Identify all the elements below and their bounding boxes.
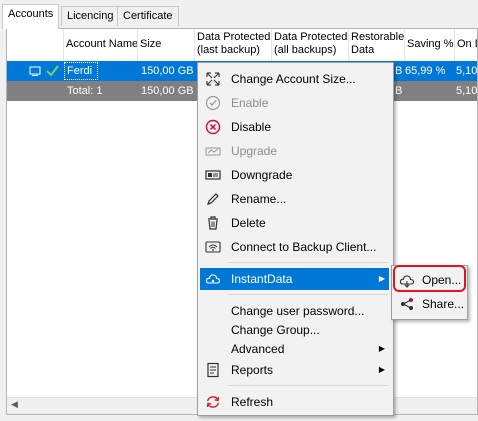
menu-label: Downgrade xyxy=(231,168,293,182)
restorable-cell: B xyxy=(395,65,403,77)
pencil-icon xyxy=(205,191,221,207)
cloud-open-icon xyxy=(399,272,415,288)
resize-arrows-icon xyxy=(205,71,221,87)
menu-label: Enable xyxy=(231,96,269,110)
menu-label: Disable xyxy=(231,120,272,134)
tab-accounts[interactable]: Accounts xyxy=(2,4,60,29)
submenu-label: Open... xyxy=(422,273,462,287)
refresh-icon xyxy=(205,394,221,410)
menu-label: Change Account Size... xyxy=(231,72,356,86)
total-label: Total: 1 xyxy=(67,85,103,97)
submenu-item-share[interactable]: Share... xyxy=(394,293,465,315)
x-circle-icon xyxy=(205,119,221,135)
tab-bar: Accounts Licencing Certificate xyxy=(0,0,478,29)
menu-item-rename[interactable]: Rename... xyxy=(200,188,389,210)
cloud-icon xyxy=(205,271,221,287)
on-d-cell: 5,10 xyxy=(456,65,478,77)
header-spacer xyxy=(7,29,64,61)
menu-item-upgrade[interactable]: Upgrade xyxy=(200,140,389,162)
menu-label: Refresh xyxy=(231,395,274,409)
table-header: Account Name Size Data Protected (last b… xyxy=(7,29,477,62)
menu-label: Advanced xyxy=(231,342,285,356)
scroll-left-icon[interactable]: ◀ xyxy=(11,399,18,410)
checkmark-icon xyxy=(46,64,59,77)
account-name-cell[interactable]: Ferdi xyxy=(64,62,98,80)
header-size[interactable]: Size xyxy=(138,29,195,61)
header-data-protected-last[interactable]: Data Protected (last backup) xyxy=(195,29,272,61)
menu-label: Reports xyxy=(231,363,274,377)
share-icon xyxy=(399,296,415,312)
upgrade-card-icon xyxy=(205,143,221,159)
submenu-item-open[interactable]: Open... xyxy=(394,269,463,291)
header-saving[interactable]: Saving % xyxy=(405,29,455,61)
header-account-name[interactable]: Account Name xyxy=(64,29,138,61)
menu-item-advanced[interactable]: Advanced ▶ xyxy=(200,338,389,360)
submenu-label: Share... xyxy=(422,297,465,311)
report-icon xyxy=(205,362,221,378)
saving-cell: 65,99 % xyxy=(405,65,446,77)
check-circle-icon xyxy=(205,95,221,111)
menu-separator xyxy=(228,385,388,386)
wifi-device-icon xyxy=(205,239,221,255)
menu-separator xyxy=(228,294,388,295)
menu-label: Rename... xyxy=(231,192,287,206)
menu-item-instantdata[interactable]: InstantData ▶ xyxy=(200,268,389,290)
menu-label: InstantData xyxy=(231,272,293,286)
trash-icon xyxy=(205,215,221,231)
menu-item-disable[interactable]: Disable xyxy=(200,116,389,138)
menu-item-delete[interactable]: Delete xyxy=(200,212,389,234)
context-menu: Change Account Size... Enable Disable Up… xyxy=(197,62,394,416)
menu-item-downgrade[interactable]: Downgrade xyxy=(200,164,389,186)
submenu-arrow-icon: ▶ xyxy=(378,274,385,283)
menu-item-refresh[interactable]: Refresh xyxy=(200,391,389,413)
header-data-protected-all[interactable]: Data Protected (all backups) xyxy=(272,29,349,61)
menu-label: Upgrade xyxy=(231,144,278,158)
menu-item-change-account-size[interactable]: Change Account Size... xyxy=(200,68,389,90)
downgrade-card-icon xyxy=(205,167,221,183)
instantdata-submenu: Open... Share... xyxy=(391,265,468,320)
menu-separator xyxy=(228,262,388,263)
menu-item-enable[interactable]: Enable xyxy=(200,92,389,114)
header-restorable-data[interactable]: Restorable Data xyxy=(349,29,405,61)
total-size: 150,00 GB xyxy=(141,85,194,97)
size-cell: 150,00 GB xyxy=(141,65,194,77)
monitor-icon xyxy=(29,64,41,76)
submenu-arrow-icon: ▶ xyxy=(378,365,385,374)
menu-label: Connect to Backup Client... xyxy=(231,240,377,254)
header-on-d[interactable]: On D xyxy=(455,29,477,61)
tab-licencing[interactable]: Licencing xyxy=(61,6,120,26)
total-restorable: B xyxy=(395,85,403,97)
menu-item-reports[interactable]: Reports ▶ xyxy=(200,359,389,381)
submenu-arrow-icon: ▶ xyxy=(378,344,385,353)
tab-certificate[interactable]: Certificate xyxy=(117,6,179,26)
menu-label: Delete xyxy=(231,216,266,230)
total-on-d: 5,10 xyxy=(456,85,478,97)
menu-item-connect-backup-client[interactable]: Connect to Backup Client... xyxy=(200,236,389,258)
